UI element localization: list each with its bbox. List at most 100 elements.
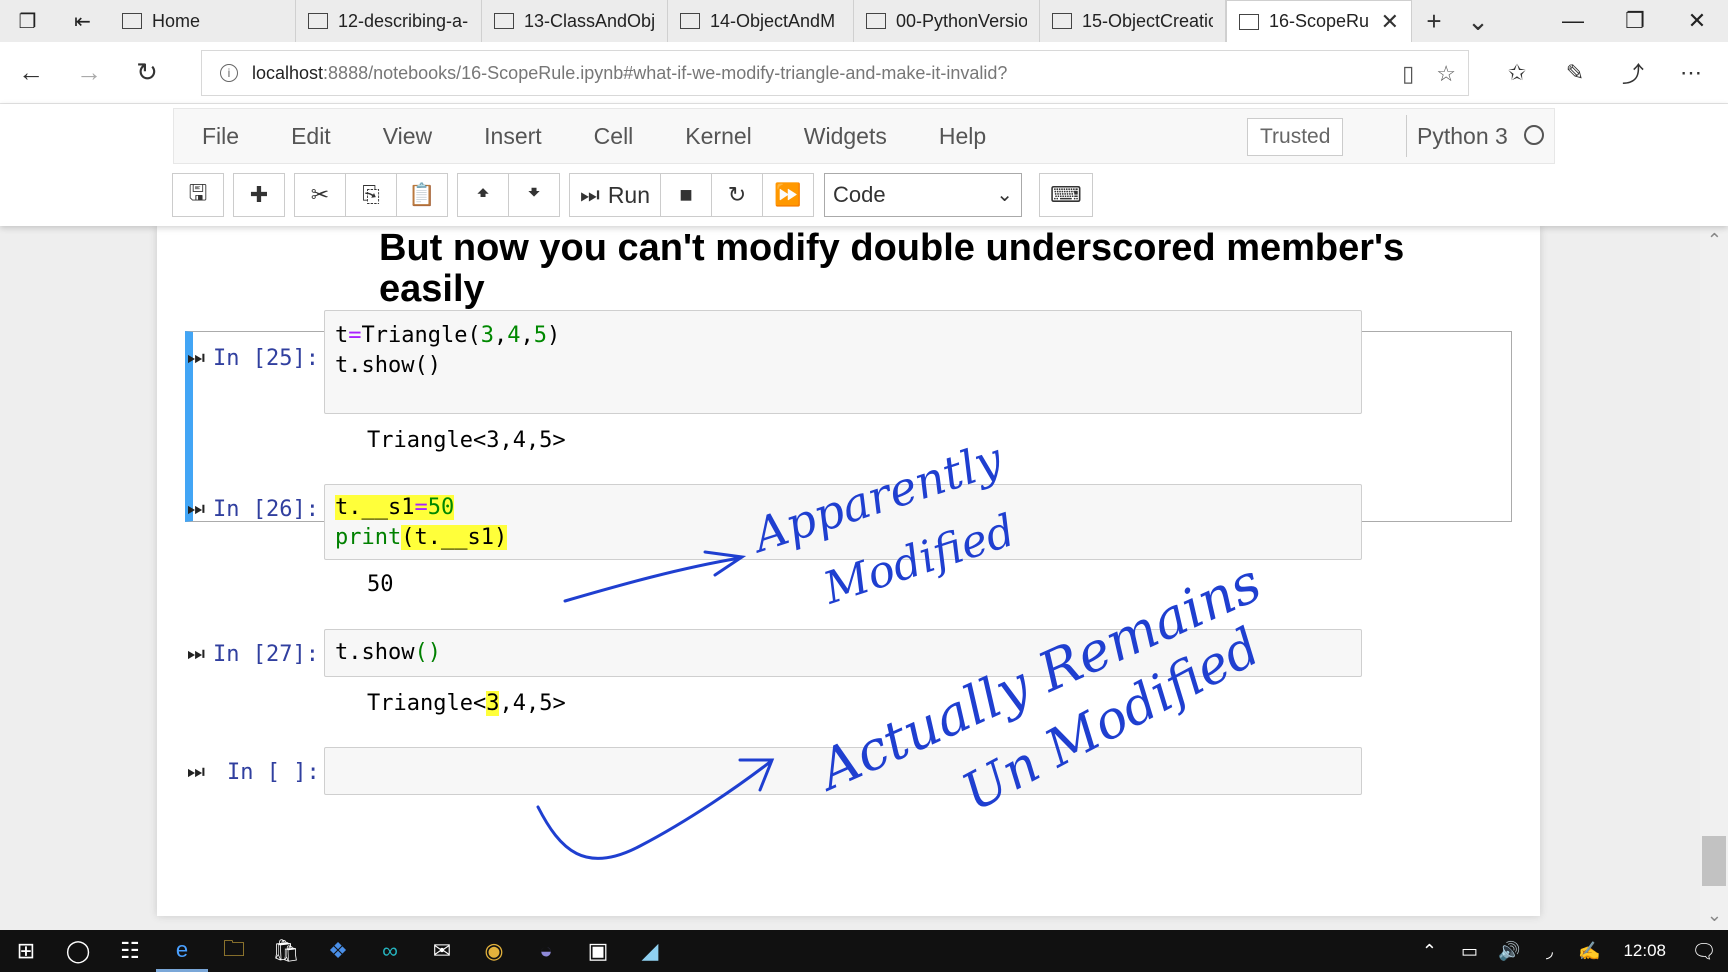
set-tabs-aside-icon[interactable]: ⇤ — [55, 0, 110, 42]
mail-icon[interactable]: ✉ — [416, 930, 468, 972]
new-tab-icon[interactable]: + — [1412, 0, 1456, 42]
vertical-scrollbar[interactable]: ⌃ ⌄ — [1700, 226, 1728, 930]
scroll-up-icon[interactable]: ⌃ — [1707, 230, 1722, 251]
more-icon[interactable]: ⋯ — [1662, 48, 1720, 98]
empty-code-input[interactable] — [324, 747, 1362, 795]
page-icon — [680, 13, 700, 29]
browser-tab[interactable]: 12-describing-a- — [296, 0, 482, 42]
code-line: t.show() — [335, 353, 441, 378]
scroll-down-icon[interactable]: ⌄ — [1707, 905, 1722, 926]
share-icon[interactable]: ⤴ — [1604, 48, 1662, 98]
menu-insert[interactable]: Insert — [458, 123, 568, 150]
browser-tab[interactable]: 15-ObjectCreatio — [1040, 0, 1226, 42]
menu-widgets[interactable]: Widgets — [778, 123, 913, 150]
move-group: 🠹 🠻 — [457, 173, 560, 217]
browser-tab[interactable]: 00-PythonVersio — [854, 0, 1040, 42]
markdown-heading: But now you can't modify double undersco… — [379, 227, 1405, 310]
arrow-down-icon[interactable]: 🠻 — [508, 173, 560, 217]
code-line: t.show() — [335, 640, 441, 665]
page-icon — [1239, 13, 1259, 30]
menu-view[interactable]: View — [357, 123, 458, 150]
window-controls: — ❐ ✕ — [1542, 0, 1728, 42]
task-view-icon[interactable]: ☷ — [104, 930, 156, 972]
jupyter-header: File Edit View Insert Cell Kernel Widget… — [0, 104, 1728, 226]
terminal-icon[interactable]: ▣ — [572, 930, 624, 972]
pen-notes-icon[interactable]: ✎ — [1546, 48, 1604, 98]
cell-output: 50 — [367, 572, 394, 597]
browser-tab[interactable]: Home — [110, 0, 296, 42]
close-window-icon[interactable]: ✕ — [1666, 0, 1728, 42]
url-path: :8888/notebooks/16-ScopeRule.ipynb#what-… — [323, 62, 1008, 83]
scroll-thumb[interactable] — [1702, 836, 1726, 886]
battery-icon[interactable]: ▭ — [1449, 941, 1489, 962]
run-cell-icon[interactable]: ⏭ — [187, 761, 205, 784]
cortana-search-icon[interactable]: ◯ — [52, 930, 104, 972]
close-tab-icon[interactable]: ✕ — [1381, 9, 1399, 35]
dropbox-icon[interactable]: ❖ — [312, 930, 364, 972]
taskbar-clock[interactable]: 12:08 — [1609, 941, 1680, 961]
restore-icon[interactable]: ❐ — [1604, 0, 1666, 42]
pen-workspace-icon[interactable]: ✍ — [1569, 941, 1609, 962]
file-explorer-icon[interactable]: 🗀 — [208, 930, 260, 972]
menu-kernel[interactable]: Kernel — [659, 123, 777, 150]
restart-icon[interactable]: ↻ — [711, 173, 764, 217]
run-label: Run — [607, 181, 651, 208]
arrow-up-icon[interactable]: 🠹 — [457, 173, 509, 217]
info-icon[interactable]: i — [220, 64, 238, 82]
arduino-icon[interactable]: ∞ — [364, 930, 416, 972]
chevron-down-icon[interactable]: ⌄ — [1456, 0, 1500, 42]
back-arrow-icon[interactable]: ← — [2, 48, 60, 98]
volume-icon[interactable]: 🔊 — [1489, 941, 1529, 962]
stop-icon[interactable]: ■ — [660, 173, 713, 217]
minimize-icon[interactable]: — — [1542, 0, 1604, 42]
run-cell-icon[interactable]: ⏭ — [187, 498, 205, 521]
cut-icon[interactable]: ✂ — [294, 173, 346, 217]
action-center-icon[interactable]: 🗨 — [1680, 939, 1728, 964]
forward-arrow-icon[interactable]: → — [60, 48, 118, 98]
notes-app-icon[interactable]: ◢ — [624, 930, 676, 972]
chrome-icon[interactable]: ◉ — [468, 930, 520, 972]
menu-cell[interactable]: Cell — [568, 123, 660, 150]
trusted-indicator[interactable]: Trusted — [1247, 118, 1344, 156]
run-cell-icon[interactable]: ⏭ — [187, 347, 205, 370]
favorite-star-icon[interactable]: ☆ — [1436, 61, 1456, 87]
paste-icon[interactable]: 📋 — [396, 173, 448, 217]
tab-label: 16-ScopeRu — [1269, 11, 1370, 31]
cell-type-select[interactable]: Code ⌄ — [824, 173, 1023, 217]
refresh-icon[interactable]: ↻ — [118, 48, 176, 98]
copy-icon[interactable]: ⎘ — [345, 173, 397, 217]
tab-label: 00-PythonVersio — [896, 10, 1027, 31]
wifi-icon[interactable]: ◞ — [1529, 941, 1569, 962]
menu-help[interactable]: Help — [913, 123, 1012, 150]
run-group: ⏭ Run ■ ↻ ⏩ — [569, 173, 815, 217]
run-button[interactable]: ⏭ Run — [569, 173, 662, 217]
keyboard-icon[interactable]: ⌨ — [1039, 173, 1093, 217]
address-bar[interactable]: i localhost:8888/notebooks/16-ScopeRule.… — [201, 50, 1469, 96]
tab-label: 13-ClassAndObj — [524, 10, 655, 31]
browser-tab[interactable]: 13-ClassAndObj — [482, 0, 668, 42]
store-icon[interactable]: 🛍 — [260, 930, 312, 972]
eclipse-icon[interactable]: ◒ — [520, 930, 572, 972]
tab-overview-icon[interactable]: ❐ — [0, 0, 55, 42]
menu-edit[interactable]: Edit — [265, 123, 357, 150]
browser-tab[interactable]: 14-ObjectAndM — [668, 0, 854, 42]
run-cell-icon[interactable]: ⏭ — [187, 643, 205, 666]
save-icon[interactable]: 🖫 — [172, 173, 224, 217]
edit-group: ✂ ⎘ 📋 — [294, 173, 448, 217]
fast-forward-icon[interactable]: ⏩ — [762, 173, 815, 217]
favorites-hub-icon[interactable]: ✩ — [1488, 48, 1546, 98]
code-input[interactable] — [324, 629, 1362, 677]
cell-prompt: In [ ]: — [227, 760, 320, 785]
insert-group: ✚ — [233, 173, 285, 217]
edge-browser-icon[interactable]: e — [156, 930, 208, 972]
browser-tab-active[interactable]: 16-ScopeRu ✕ — [1226, 0, 1412, 42]
reading-view-icon[interactable]: ▯ — [1402, 61, 1414, 87]
url-host: localhost — [252, 62, 324, 83]
plus-icon[interactable]: ✚ — [233, 173, 285, 217]
browser-tools: ✩ ✎ ⤴ ⋯ — [1488, 48, 1720, 98]
tray-chevron-up-icon[interactable]: ⌃ — [1409, 941, 1449, 962]
windows-start-icon[interactable]: ⊞ — [0, 930, 52, 972]
kernel-idle-icon — [1524, 125, 1544, 145]
page-icon — [308, 13, 328, 29]
menu-file[interactable]: File — [174, 123, 265, 150]
